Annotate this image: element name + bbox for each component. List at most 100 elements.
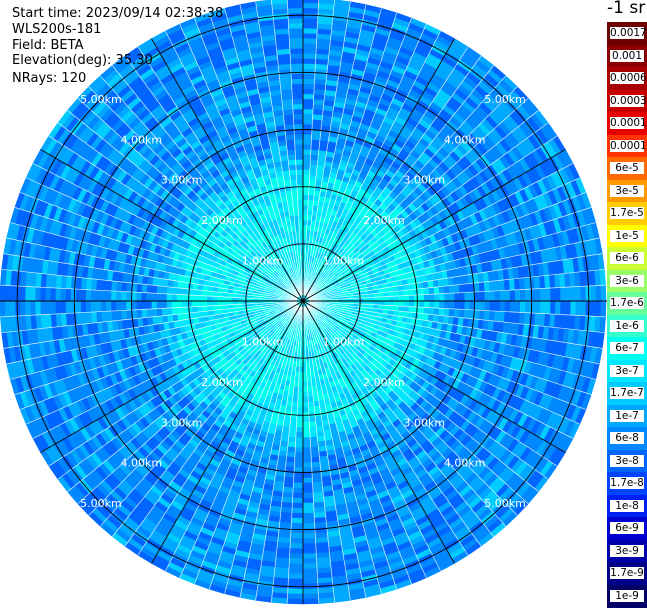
range-gate-cell xyxy=(444,301,450,309)
range-gate-cell xyxy=(303,205,308,210)
range-gate-cell xyxy=(287,593,303,599)
range-gate-cell xyxy=(308,401,314,407)
range-gate-cell xyxy=(419,301,425,307)
range-gate-cell xyxy=(520,289,526,301)
range-gate-cell xyxy=(394,301,399,306)
range-gate-cell xyxy=(303,402,309,407)
range-gate-cell xyxy=(480,291,486,301)
range-gate-cell xyxy=(303,8,319,14)
range-gate-cell xyxy=(565,287,571,301)
range-gate-cell xyxy=(303,139,312,145)
range-gate-cell xyxy=(303,68,315,74)
range-gate-cell xyxy=(311,149,319,155)
range-gate-cell xyxy=(374,297,379,301)
range-gate-cell xyxy=(439,294,445,302)
range-gate-cell xyxy=(303,553,317,559)
range-gate-cell xyxy=(505,301,511,312)
range-gate-cell xyxy=(464,309,470,318)
range-gate-cell xyxy=(424,288,430,295)
range-gate-cell xyxy=(429,301,435,308)
range-gate-cell xyxy=(303,599,319,605)
range-gate-cell xyxy=(444,286,450,294)
range-gate-cell xyxy=(303,109,313,115)
range-gate-cell xyxy=(297,402,303,407)
range-gate-cell xyxy=(287,447,295,453)
range-gate-cell xyxy=(295,447,303,453)
range-gate-cell xyxy=(298,382,303,387)
range-gate-cell xyxy=(404,301,409,307)
range-gate-cell xyxy=(303,437,311,443)
range-gate-cell xyxy=(575,301,581,316)
range-gate-cell xyxy=(303,513,315,519)
range-gate-cell xyxy=(580,286,586,301)
range-gate-cell xyxy=(303,447,311,453)
range-gate-cell xyxy=(293,488,303,494)
range-gate-cell xyxy=(303,89,314,95)
range-gate-cell xyxy=(303,427,310,433)
range-gate-cell xyxy=(414,295,420,301)
range-gate-cell xyxy=(311,447,319,453)
range-gate-cell xyxy=(309,180,316,186)
range-gate-cell xyxy=(454,285,460,294)
range-gate-cell xyxy=(379,297,384,301)
range-gate-cell xyxy=(291,523,303,529)
range-gate-cell xyxy=(303,149,311,155)
range-gate-cell xyxy=(291,518,303,524)
range-gate-cell xyxy=(454,293,460,301)
range-gate-cell xyxy=(575,286,581,301)
range-gate-cell xyxy=(291,513,303,519)
range-gate-cell xyxy=(464,284,470,293)
range-gate-cell xyxy=(290,533,303,539)
range-gate-cell xyxy=(520,301,526,313)
range-gate-cell xyxy=(303,377,307,382)
range-gate-cell xyxy=(303,528,315,534)
range-gate-cell xyxy=(303,48,316,54)
range-gate-cell xyxy=(303,58,316,64)
range-gate-cell xyxy=(297,417,303,423)
range-gate-cell xyxy=(303,387,308,392)
range-gate-cell xyxy=(286,452,295,458)
range-gate-cell xyxy=(303,169,310,175)
range-gate-cell xyxy=(464,301,470,310)
range-gate-cell xyxy=(510,290,516,301)
range-gate-cell xyxy=(303,124,312,130)
range-gate-cell xyxy=(286,457,295,463)
range-gate-cell xyxy=(308,406,314,412)
range-gate-cell xyxy=(384,301,389,306)
range-gate-cell xyxy=(303,210,308,215)
range-gate-cell xyxy=(311,462,320,468)
range-gate-cell xyxy=(303,412,309,418)
range-gate-cell xyxy=(291,528,303,534)
range-gate-cell xyxy=(311,457,320,463)
range-gate-cell xyxy=(303,483,313,489)
range-gate-cell xyxy=(311,139,320,145)
range-gate-cell xyxy=(303,397,308,402)
range-gate-cell xyxy=(535,289,541,302)
range-gate-cell xyxy=(515,290,521,302)
range-gate-cell xyxy=(303,144,311,150)
range-gate-cell xyxy=(485,301,491,311)
range-gate-cell xyxy=(303,73,315,79)
range-gate-cell xyxy=(409,295,415,301)
range-gate-cell xyxy=(303,99,314,105)
range-gate-cell xyxy=(303,422,310,428)
range-gate-cell xyxy=(550,288,556,301)
range-gate-cell xyxy=(454,301,460,309)
range-gate-cell xyxy=(303,372,307,377)
range-gate-cell xyxy=(540,301,546,314)
range-gate-cell xyxy=(419,288,425,295)
range-gate-cell xyxy=(303,18,318,24)
range-gate-cell xyxy=(510,301,516,312)
range-gate-cell xyxy=(303,154,311,160)
range-gate-cell xyxy=(500,290,506,301)
range-gate-cell xyxy=(303,79,315,85)
range-gate-cell xyxy=(555,288,561,302)
range-gate-cell xyxy=(303,588,319,594)
range-gate-cell xyxy=(419,295,425,301)
range-gate-cell xyxy=(444,293,450,301)
range-gate-cell xyxy=(595,301,601,317)
range-gate-cell xyxy=(303,573,318,579)
range-gate-cell xyxy=(480,301,486,311)
range-gate-cell xyxy=(309,175,316,181)
range-gate-cell xyxy=(285,462,294,468)
